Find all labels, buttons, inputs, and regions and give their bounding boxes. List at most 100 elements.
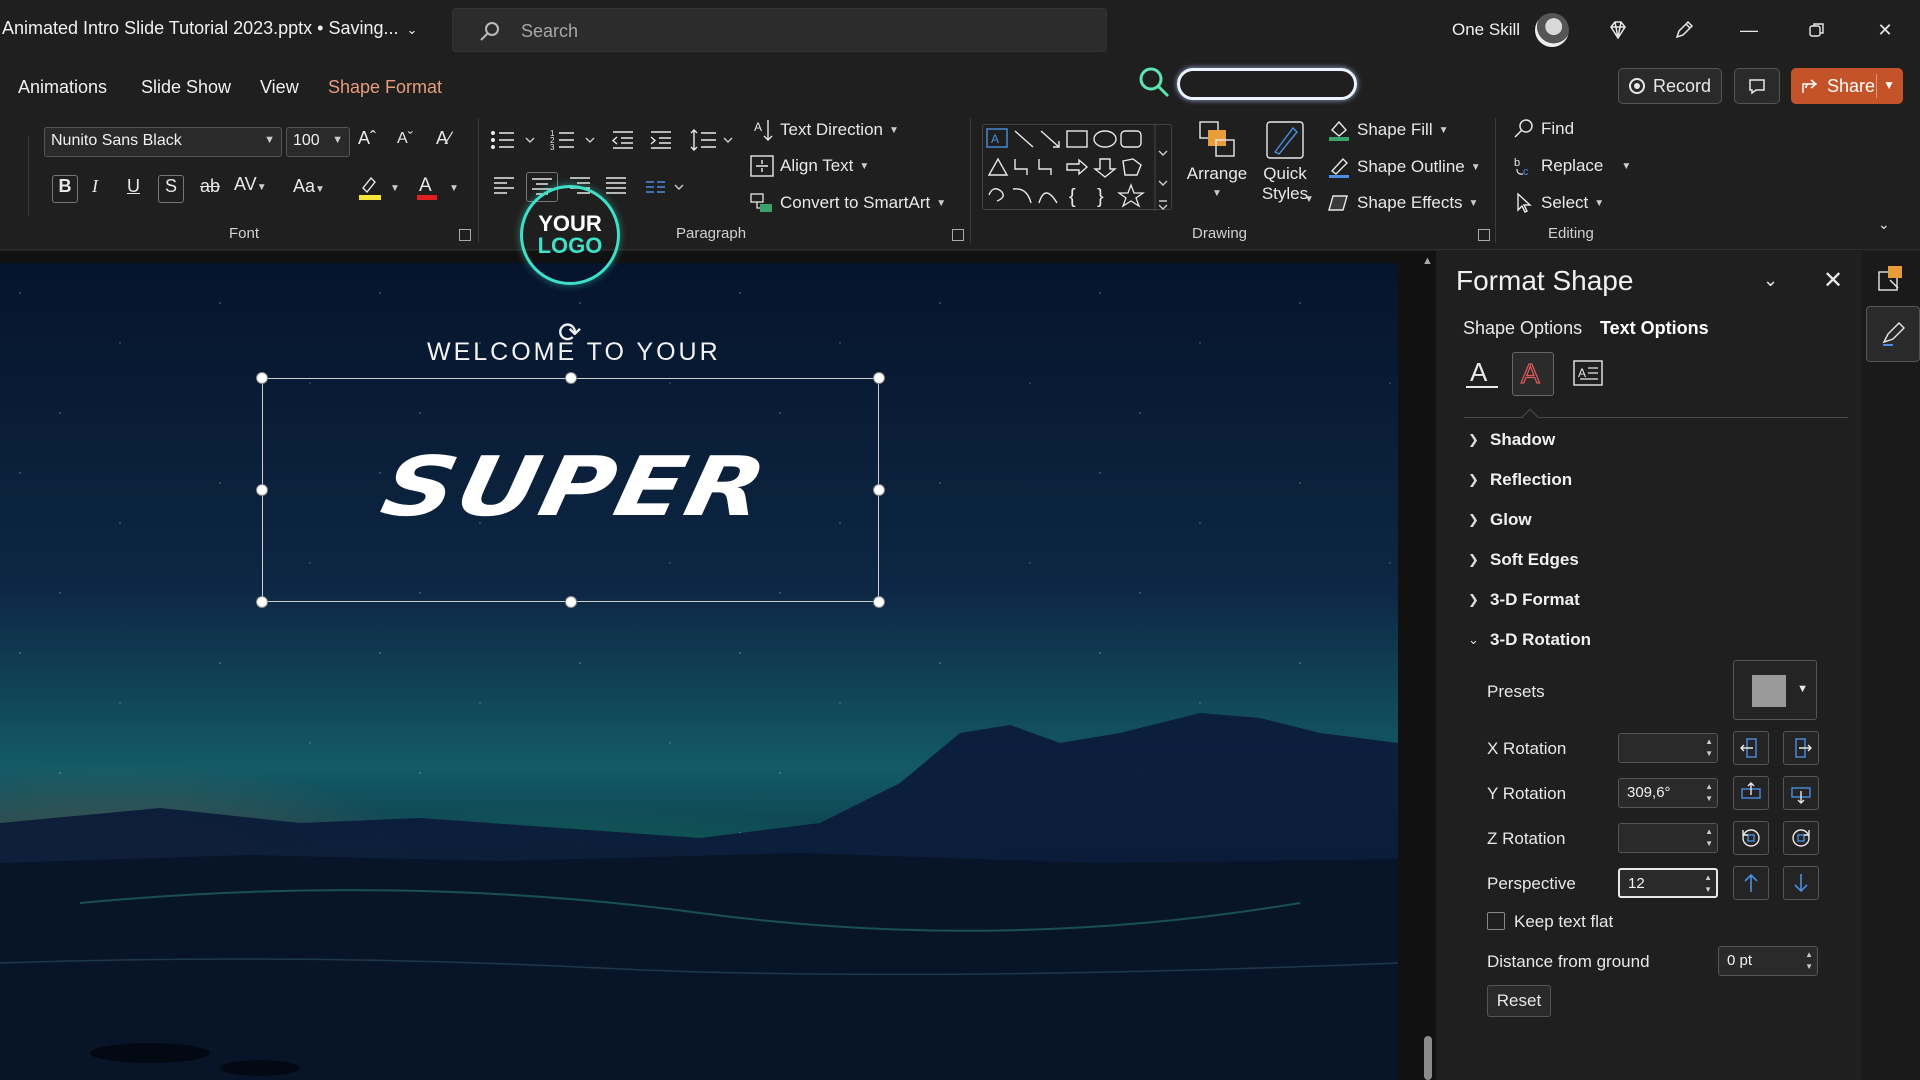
justify-icon[interactable] [605, 176, 627, 201]
bullets-icon[interactable] [490, 128, 536, 157]
font-color-icon[interactable]: A [415, 173, 441, 208]
keep-text-flat-checkbox[interactable] [1487, 912, 1505, 930]
columns-icon[interactable] [645, 178, 691, 201]
user-name[interactable]: One Skill [1452, 20, 1520, 40]
avatar[interactable] [1535, 13, 1569, 47]
welcome-text[interactable]: WELCOME TO YOUR [427, 338, 721, 367]
format-shape-rail-button[interactable] [1866, 306, 1920, 362]
y-rotation-down-button[interactable] [1783, 776, 1819, 810]
textbox-icon[interactable]: A [1567, 352, 1609, 396]
text-effects-icon[interactable]: A [1512, 352, 1554, 396]
increase-indent-icon[interactable] [649, 130, 673, 155]
chevron-down-icon[interactable]: ▼ [1883, 78, 1895, 92]
shapes-gallery[interactable]: A { } [982, 124, 1172, 211]
strikethrough-button[interactable]: ab [200, 176, 220, 197]
section-soft-edges[interactable]: ❯ Soft Edges [1468, 550, 1579, 570]
resize-handle-right[interactable] [873, 484, 885, 496]
perspective-decrease-button[interactable] [1783, 866, 1819, 900]
distance-from-ground-input[interactable]: 0 pt ▲ ▼ [1718, 946, 1818, 976]
align-left-icon[interactable] [493, 176, 515, 201]
share-button[interactable]: Share ▼ [1791, 68, 1903, 104]
perspective-input[interactable]: 12 ▲ ▼ [1618, 868, 1718, 898]
x-rotation-input[interactable]: ▲ ▼ [1618, 733, 1718, 763]
italic-button[interactable]: I [92, 176, 98, 197]
spinner-arrows-icon[interactable]: ▲ ▼ [1705, 736, 1713, 760]
clear-formatting-icon[interactable]: A∕ [436, 128, 451, 149]
scrollbar-thumb[interactable] [1424, 1036, 1432, 1080]
vertical-scrollbar[interactable]: ▲ [1420, 251, 1436, 1080]
tab-view[interactable]: View [260, 77, 299, 98]
keep-text-flat-label[interactable]: Keep text flat [1514, 912, 1613, 932]
chevron-down-icon[interactable]: ▼ [449, 183, 459, 194]
record-button[interactable]: Record [1618, 68, 1722, 104]
reset-button[interactable]: Reset [1487, 985, 1551, 1017]
scroll-up-icon[interactable]: ▲ [1422, 255, 1433, 267]
collapse-ribbon-icon[interactable]: ⌄ [1878, 216, 1890, 233]
search-box[interactable]: Search [452, 8, 1107, 52]
restore-icon[interactable] [1803, 16, 1831, 44]
logo-placeholder[interactable]: YOUR LOGO [520, 185, 620, 285]
tab-shape-format[interactable]: Shape Format [328, 77, 442, 98]
decrease-indent-icon[interactable] [611, 130, 635, 155]
font-size-dropdown[interactable]: 100 ▼ [286, 127, 350, 157]
comments-button[interactable] [1734, 68, 1780, 104]
arrange-button[interactable]: Arrange ▼ [1187, 120, 1247, 210]
chevron-down-icon[interactable]: ▼ [390, 183, 400, 194]
replace-button[interactable]: bc Replace ▼ [1513, 155, 1631, 177]
minimize-icon[interactable]: — [1735, 16, 1763, 44]
resize-handle-top[interactable] [565, 372, 577, 384]
resize-handle-left[interactable] [256, 484, 268, 496]
increase-font-size-icon[interactable]: Aˆ [358, 128, 376, 149]
change-case-icon[interactable]: Aa▼ [293, 176, 325, 197]
drawing-dialog-launcher[interactable] [1478, 229, 1490, 241]
resize-handle-bottom[interactable] [565, 596, 577, 608]
resize-handle-bottom-left[interactable] [256, 596, 268, 608]
text-fill-outline-icon[interactable]: A [1461, 352, 1503, 396]
pen-icon[interactable] [1670, 16, 1698, 44]
presets-dropdown[interactable]: ▼ [1733, 660, 1817, 720]
section-glow[interactable]: ❯ Glow [1468, 510, 1532, 530]
line-spacing-icon[interactable] [690, 128, 736, 157]
shape-effects-button[interactable]: Shape Effects ▼ [1327, 192, 1478, 214]
spinner-arrows-icon[interactable]: ▲ ▼ [1704, 872, 1712, 896]
text-direction-button[interactable]: A Text Direction ▼ [752, 118, 899, 142]
shape-fill-button[interactable]: Shape Fill ▼ [1327, 118, 1449, 142]
z-rotation-ccw-button[interactable] [1733, 821, 1769, 855]
chevron-down-icon[interactable]: ▼ [1304, 194, 1314, 205]
tab-shape-options[interactable]: Shape Options [1463, 318, 1582, 339]
convert-smartart-button[interactable]: Convert to SmartArt ▼ [750, 192, 946, 214]
align-text-button[interactable]: Align Text ▼ [750, 155, 869, 177]
document-title[interactable]: Animated Intro Slide Tutorial 2023.pptx … [2, 18, 417, 39]
diamond-icon[interactable] [1604, 16, 1632, 44]
select-button[interactable]: Select ▼ [1513, 192, 1604, 214]
font-dialog-launcher[interactable] [459, 229, 471, 241]
spinner-arrows-icon[interactable]: ▲ ▼ [1705, 826, 1713, 850]
y-rotation-up-button[interactable] [1733, 776, 1769, 810]
resize-handle-top-right[interactable] [873, 372, 885, 384]
decrease-font-size-icon[interactable]: Aˇ [397, 130, 413, 148]
tab-slide-show[interactable]: Slide Show [141, 77, 231, 98]
chevron-down-icon[interactable]: ⌄ [407, 22, 418, 38]
find-button[interactable]: Find [1513, 118, 1574, 140]
section-shadow[interactable]: ❯ Shadow [1468, 430, 1555, 450]
highlight-color-icon[interactable] [357, 174, 387, 207]
x-rotation-right-button[interactable] [1783, 731, 1819, 765]
resize-handle-top-left[interactable] [256, 372, 268, 384]
z-rotation-cw-button[interactable] [1783, 821, 1819, 855]
section-3d-rotation[interactable]: ⌄ 3-D Rotation [1468, 630, 1591, 650]
spinner-arrows-icon[interactable]: ▲ ▼ [1705, 781, 1713, 805]
resize-handle-bottom-right[interactable] [873, 596, 885, 608]
tab-animations[interactable]: Animations [18, 77, 107, 98]
shape-outline-button[interactable]: Shape Outline ▼ [1327, 155, 1481, 179]
underline-button[interactable]: U [127, 176, 140, 197]
close-icon[interactable]: ✕ [1823, 266, 1843, 295]
section-reflection[interactable]: ❯ Reflection [1468, 470, 1572, 490]
font-family-dropdown[interactable]: Nunito Sans Black ▼ [44, 127, 282, 157]
text-shadow-button[interactable]: S [158, 175, 184, 203]
perspective-increase-button[interactable] [1733, 866, 1769, 900]
y-rotation-input[interactable]: 309,6° ▲ ▼ [1618, 778, 1718, 808]
character-spacing-icon[interactable]: AV▼ [234, 174, 267, 195]
bold-button[interactable]: B [52, 175, 78, 203]
paragraph-dialog-launcher[interactable] [952, 229, 964, 241]
z-rotation-input[interactable]: ▲ ▼ [1618, 823, 1718, 853]
